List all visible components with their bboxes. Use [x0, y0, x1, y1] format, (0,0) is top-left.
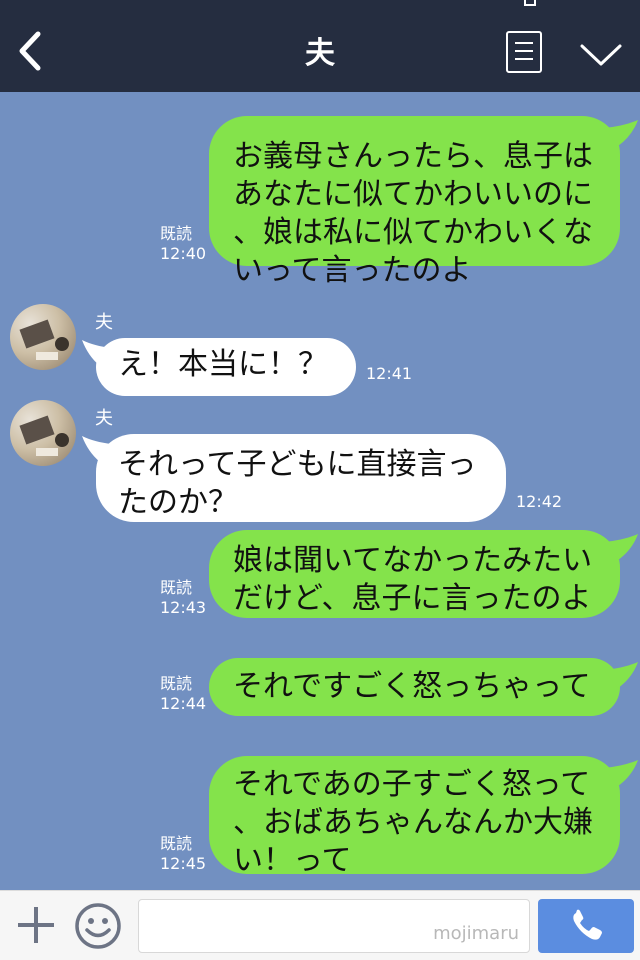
read-label: 既読 [160, 578, 193, 597]
plus-icon [18, 907, 54, 943]
message-time: 12:43 [160, 598, 207, 617]
emoji-button[interactable] [73, 901, 123, 951]
chat-area[interactable]: 既読 12:40 お義母さんったら、息子は あなたに似てかわいいのに 、娘は私に… [0, 92, 640, 890]
read-receipt: 既読 12:43 [160, 578, 206, 618]
read-receipt: 既読 12:44 [160, 674, 206, 714]
status-bar-fragment [524, 0, 536, 6]
add-attachment-button[interactable] [14, 903, 58, 947]
message-input[interactable]: mojimaru [138, 899, 530, 953]
read-receipt: 既読 12:45 [160, 834, 206, 874]
chat-title: 夫 [305, 36, 335, 71]
outgoing-message[interactable]: それですごく怒っちゃって [209, 658, 620, 716]
avatar[interactable] [10, 400, 76, 466]
message-text: お義母さんったら、息子は あなたに似てかわいいのに 、娘は私に似てかわいくな い… [233, 139, 593, 288]
incoming-message[interactable]: え！本当に！？ [96, 338, 356, 396]
sender-name: 夫 [95, 408, 113, 429]
message-time: 12:40 [160, 244, 207, 263]
incoming-message[interactable]: それって子どもに直接言っ たのか？ [96, 434, 506, 522]
bubble-tail [604, 662, 638, 688]
message-text: 娘は聞いてなかったみたい だけど、息子に言ったのよ [233, 543, 593, 616]
message-text: それですごく怒っちゃって [233, 669, 591, 704]
smiley-icon [75, 903, 121, 949]
message-time: 12:42 [516, 492, 563, 511]
message-time: 12:44 [160, 694, 207, 713]
avatar[interactable] [10, 304, 76, 370]
chevron-down-icon [580, 44, 622, 66]
bubble-tail [604, 760, 638, 786]
message-text: それであの子すごく怒って 、おばあちゃんなんか大嫌 い！って [233, 767, 593, 878]
message-time: 12:45 [160, 854, 207, 873]
call-button[interactable] [538, 899, 634, 953]
read-receipt: 既読 12:40 [160, 224, 206, 264]
message-input-bar: mojimaru [0, 890, 640, 960]
outgoing-message[interactable]: お義母さんったら、息子は あなたに似てかわいいのに 、娘は私に似てかわいくな い… [209, 116, 620, 288]
chat-header: 夫 [0, 0, 640, 92]
bubble-tail [604, 534, 638, 560]
read-label: 既読 [160, 674, 193, 693]
sender-name: 夫 [95, 312, 113, 333]
read-label: 既読 [160, 834, 193, 853]
watermark: mojimaru [433, 923, 519, 944]
message-time: 12:41 [366, 364, 413, 383]
outgoing-message[interactable]: 娘は聞いてなかったみたい だけど、息子に言ったのよ [209, 530, 620, 618]
message-text: え！本当に！？ [118, 347, 328, 382]
notes-button[interactable] [506, 31, 542, 73]
message-text: それって子どもに直接言っ たのか？ [118, 447, 477, 520]
phone-icon [573, 909, 602, 940]
bubble-tail [604, 120, 638, 146]
collapse-button[interactable] [578, 42, 624, 68]
read-label: 既読 [160, 224, 193, 243]
outgoing-message[interactable]: それであの子すごく怒って 、おばあちゃんなんか大嫌 い！って [209, 756, 620, 878]
